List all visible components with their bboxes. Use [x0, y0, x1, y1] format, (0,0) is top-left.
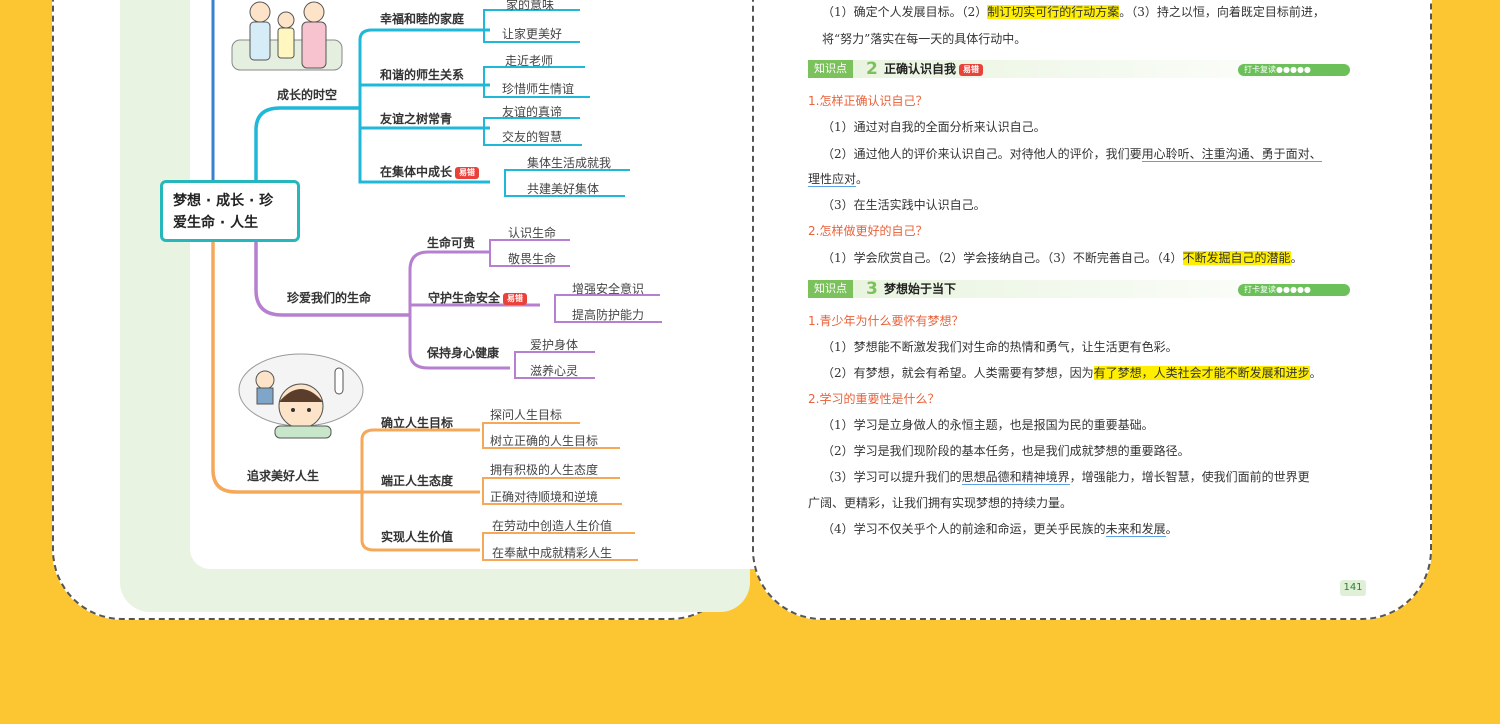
sub-label-safety-text: 守护生命安全 [428, 291, 501, 305]
sub-label-friendship: 友谊之树常青 [380, 112, 453, 126]
leaf: 正确对待顺境和逆境 [490, 490, 599, 504]
branch-label-better-life: 追求美好人生 [247, 469, 320, 483]
answer-line: （2）通过他人的评价来认识自己。对待他人的评价，我们要用心聆听、注重沟通、勇于面… [822, 145, 1322, 162]
sub-label-family: 幸福和睦的家庭 [380, 12, 465, 26]
leaf: 探问人生目标 [490, 408, 563, 422]
error-prone-badge: 易错 [455, 166, 480, 179]
answer-highlight: 有了梦想，人类社会才能不断发展和进步 [1093, 366, 1310, 380]
sub-label-safety: 守护生命安全 易错 [428, 289, 528, 306]
page-number: 141 [1340, 580, 1366, 596]
sub-label-goals: 确立人生目标 [381, 416, 454, 430]
family-illustration [231, 1, 343, 71]
sub-label-attitude: 端正人生态度 [381, 474, 454, 488]
answer-line: 广阔、更精彩，让我们拥有实现梦想的持续力量。 [808, 496, 1073, 510]
sub-label-collective-text: 在集体中成长 [380, 165, 453, 179]
branch-label-life: 珍爱我们的生命 [287, 291, 372, 305]
intro-text-b: 。（3）持之以恒，向着既定目标前进， [1119, 5, 1325, 19]
leaf: 认识生命 [508, 226, 557, 240]
error-prone-badge: 易错 [959, 63, 984, 76]
answer-line: （1）学会欣赏自己。（2）学会接纳自己。（3）不断完善自己。（4）不断发掘自己的… [822, 249, 1303, 266]
knowledge-point-2-tag: 知识点 [808, 60, 853, 78]
kids-dream-illustration [238, 353, 364, 439]
review-checkin-pill: 打卡复读●●●●● [1238, 284, 1350, 296]
knowledge-point-3-title: 梦想始于当下 [884, 282, 957, 296]
answer-line: （1）梦想能不断激发我们对生命的热情和勇气，让生活更有色彩。 [822, 340, 1178, 354]
answer-line: （4）学习不仅关乎个人的前途和命运，更关乎民族的未来和发展。 [822, 520, 1178, 537]
mind-map-root: 梦想 · 成长 · 珍 爱生命 · 人生 [160, 180, 300, 242]
answer-text: （1）学会欣赏自己。（2）学会接纳自己。（3）不断完善自己。（4） [822, 251, 1183, 265]
answer-text: 。 [856, 172, 869, 186]
sub-label-precious: 生命可贵 [427, 236, 476, 250]
leaf: 在劳动中创造人生价值 [492, 519, 613, 533]
leaf: 爱护身体 [530, 338, 579, 352]
answer-underline: 理性应对 [808, 172, 857, 187]
sub-label-teacher: 和谐的师生关系 [380, 68, 465, 82]
leaf: 珍惜师生情谊 [502, 82, 575, 96]
leaf: 树立正确的人生目标 [490, 434, 599, 448]
leaf: 增强安全意识 [572, 282, 645, 296]
knowledge-point-3-tag: 知识点 [808, 280, 853, 298]
leaf: 拥有积极的人生态度 [490, 463, 599, 477]
question-1: 1.怎样正确认识自己？ [808, 94, 928, 108]
leaf: 让家更美好 [502, 27, 563, 41]
answer-text: （3）学习可以提升我们的 [822, 470, 962, 484]
leaf: 敬畏生命 [508, 252, 557, 266]
leaf: 交友的智慧 [502, 130, 563, 144]
leaf: 滋养心灵 [530, 364, 579, 378]
leaf: 集体生活成就我 [527, 156, 612, 170]
leaf: 走近老师 [505, 54, 554, 68]
knowledge-point-3-number: 3 [866, 279, 878, 299]
answer-text: 。 [1165, 522, 1178, 536]
answer-highlight: 不断发掘自己的潜能 [1182, 251, 1291, 265]
leaf: 提高防护能力 [572, 308, 645, 322]
answer-text: （2）通过他人的评价来认识自己。对待他人的评价，我们要 [822, 147, 1142, 161]
answer-line: （3）在生活实践中认识自己。 [822, 198, 986, 212]
root-line-2: 爱生命 · 人生 [173, 215, 259, 231]
question-2: 2.怎样做更好的自己？ [808, 224, 928, 238]
intro-line-1: （1）确定个人发展目标。（2）制订切实可行的行动方案。（3）持之以恒，向着既定目… [822, 3, 1325, 20]
answer-text: （2）有梦想，就会有希望。人类需要有梦想，因为 [822, 366, 1094, 380]
leaf: 共建美好集体 [527, 182, 600, 196]
answer-line: （1）通过对自我的全面分析来认识自己。 [822, 120, 1046, 134]
answer-line: （1）学习是立身做人的永恒主题，也是报国为民的重要基础。 [822, 418, 1154, 432]
error-prone-badge: 易错 [503, 292, 528, 305]
answer-text: ，增强能力，增长智慧，使我们面前的世界更 [1069, 470, 1310, 484]
review-checkin-pill: 打卡复读●●●●● [1238, 64, 1350, 76]
kp2-title-text: 正确认识自我 [884, 62, 957, 76]
question-4: 2.学习的重要性是什么？ [808, 392, 940, 406]
answer-underline: 用心聆听、注重沟通、勇于面对、 [1141, 147, 1322, 162]
knowledge-point-2-title: 正确认识自我 易错 [884, 60, 984, 78]
answer-line: （2）有梦想，就会有希望。人类需要有梦想，因为有了梦想，人类社会才能不断发展和进… [822, 364, 1322, 381]
sub-label-health: 保持身心健康 [427, 346, 500, 360]
answer-underline: 未来和发展 [1105, 522, 1166, 537]
sub-label-collective: 在集体中成长 易错 [380, 163, 480, 180]
answer-text: 。 [1290, 251, 1303, 265]
leaf: 家的意味 [506, 0, 555, 12]
knowledge-point-2-number: 2 [866, 59, 878, 79]
leaf: 友谊的真谛 [502, 105, 563, 119]
mind-map-lines [211, 0, 662, 561]
root-line-1: 梦想 · 成长 · 珍 [173, 193, 274, 209]
answer-line: （3）学习可以提升我们的思想品德和精神境界，增强能力，增长智慧，使我们面前的世界… [822, 468, 1310, 485]
answer-underline: 思想品德和精神境界 [961, 470, 1070, 485]
intro-line-2: 将“努力”落实在每一天的具体行动中。 [822, 32, 1027, 46]
intro-highlight: 制订切实可行的行动方案 [987, 5, 1120, 19]
intro-text-a: （1）确定个人发展目标。（2） [822, 5, 988, 19]
answer-line: （2）学习是我们现阶段的基本任务，也是我们成就梦想的重要路径。 [822, 444, 1190, 458]
answer-line: 理性应对。 [808, 170, 868, 187]
question-3: 1.青少年为什么要怀有梦想？ [808, 314, 964, 328]
sub-label-value: 实现人生价值 [381, 530, 454, 544]
answer-text: （4）学习不仅关乎个人的前途和命运，更关乎民族的 [822, 522, 1106, 536]
answer-text: 。 [1309, 366, 1322, 380]
leaf: 在奉献中成就精彩人生 [492, 546, 613, 560]
branch-label-growth: 成长的时空 [277, 88, 338, 102]
